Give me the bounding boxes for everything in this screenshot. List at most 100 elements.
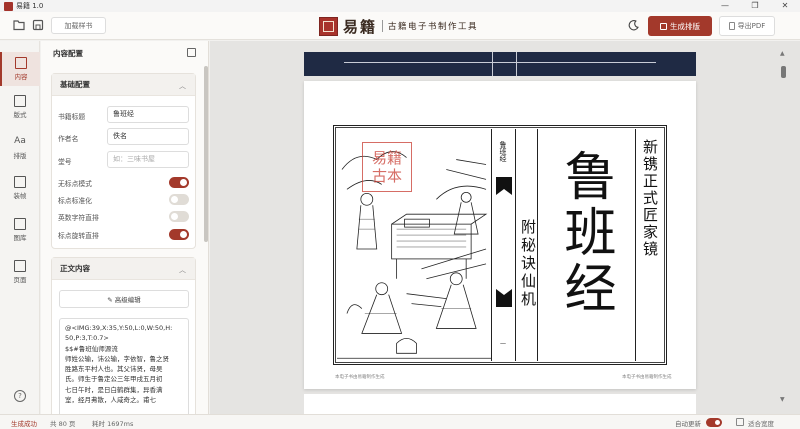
cover-fold-line [492,52,493,76]
footer-note-left: 本电子书由易籍制作生成 [335,375,385,380]
author-label: 作者名 [58,135,79,143]
fold-page-mark: 一 [500,341,507,348]
book-title-input[interactable]: 鲁班经 [107,106,189,123]
generate-layout-button[interactable]: 生成排版 [648,16,712,36]
status-pages: 共 80 页 [50,420,76,428]
dark-mode-moon-icon[interactable] [627,19,640,32]
image-icon [14,218,26,230]
title-bar: 易籍 1.0 — ❐ ✕ [0,0,800,12]
close-button[interactable]: ✕ [770,0,800,12]
brand-divider [382,20,384,32]
status-message: 生成成功 [11,420,37,428]
rail-item-label: 版式 [13,111,27,119]
woodblock-illustration [337,129,492,361]
toggle-label: 标点旋转直排 [58,232,99,240]
save-icon[interactable] [31,18,45,32]
rail-item-label: 图库 [13,234,27,242]
scroll-down-arrow-icon[interactable]: ▼ [780,396,785,403]
side-nav-rail: 内容 版式 Aa 排版 装帧 图库 页面 ? [0,41,40,414]
preview-scrollbar[interactable] [781,66,786,78]
zoom-mode[interactable]: 适合宽度 [748,418,774,428]
seal-stamp: 易籍古本 [362,142,412,192]
editor-line: $$#鲁班仙师源流 [65,344,118,353]
chevron-up-icon[interactable]: ︿ [179,265,186,275]
panel-scrollbar[interactable] [204,66,208,242]
rail-item-label: 排版 [13,152,27,160]
help-icon[interactable]: ? [14,390,26,402]
rail-item-gallery[interactable]: 图库 [0,213,40,247]
panel-title: 内容配置 [53,48,83,58]
open-folder-icon[interactable] [12,18,26,32]
basic-config-header[interactable]: 基础配置 ︿ [52,74,195,96]
book-page: 易籍古本 鲁班经 一 附秘诀仙机 鲁班经 新镌正式匠家镜 本电子书由易籍制作生成… [304,81,696,389]
maximize-button[interactable]: ❐ [740,0,770,12]
content-header[interactable]: 正文内容 ︿ [52,258,195,280]
export-pdf-button[interactable]: 导出PDF [719,16,775,36]
publisher-label: 堂号 [58,158,72,166]
fishtail-mark-icon [496,289,512,307]
book-big-title: 鲁班经 [555,149,615,317]
no-punctuation-toggle[interactable] [169,177,189,188]
app-logo-icon [4,1,13,11]
window-controls: — ❐ ✕ [710,0,800,12]
appendix-title: 附秘诀仙机 [519,219,537,309]
rail-item-content[interactable]: 内容 [0,52,40,86]
content-title: 正文内容 [60,264,90,273]
panel-header: 内容配置 [41,41,208,65]
seal-stamp-text: 易籍古本 [371,149,402,185]
rail-item-format[interactable]: 版式 [0,90,40,124]
brand-seal-icon [319,16,338,36]
rail-item-binding[interactable]: 装帧 [0,171,40,205]
vertical-latin-toggle[interactable] [169,211,189,222]
load-sample-button[interactable]: 加载样书 [51,17,106,34]
brand-name: 易籍 [343,17,378,36]
chevron-up-icon[interactable]: ︿ [179,81,186,91]
basic-config-card: 基础配置 ︿ 书籍标题 鲁班经 作者名 佚名 堂号 如：三味书屋 无标点模式 标… [51,73,196,249]
basic-config-title: 基础配置 [60,80,90,89]
publisher-input[interactable]: 如：三味书屋 [107,151,189,168]
content-editor[interactable]: @<IMG:39,X:35,Y:50,L:0,W:50,H: 50,P:3,T:… [59,318,189,423]
toggle-label: 英数字符直排 [58,214,99,222]
columns-icon [14,95,26,107]
fit-width-icon[interactable] [736,418,744,426]
minimize-button[interactable]: — [710,0,740,12]
editor-line: 室，经月弗散，人咸奇之。甫七 [65,396,156,405]
editor-line: @<IMG:39,X:35,Y:50,L:0,W:50,H: [65,324,173,332]
auto-update-label: 自动更新 [675,420,701,428]
editor-line: 胜路东平村人也。其父讳贤，母吴 [65,365,163,374]
author-input[interactable]: 佚名 [107,128,189,145]
document-icon [728,22,735,30]
window-title: 易籍 1.0 [16,2,44,10]
cover-page-strip [304,52,696,76]
running-title: 鲁班经 [499,141,507,162]
editor-line: 50,P:3,T:0.7> [65,334,109,343]
editor-line: 氏。师生于鲁定公三年甲戌五月初 [65,375,163,384]
brand: 易籍 古籍电子书制作工具 [319,16,478,36]
generate-layout-label: 生成排版 [670,21,700,31]
save-config-icon[interactable] [187,48,196,57]
editor-line: 师姓公输，讳公输，字依智，鲁之贤 [65,354,169,363]
fishtail-mark-icon [496,177,512,195]
auto-update-toggle[interactable] [706,418,722,427]
book-title-label: 书籍标题 [58,113,86,121]
scroll-up-arrow-icon[interactable]: ▲ [780,50,785,57]
content-card: 正文内容 ︿ ✎ 高级编辑 @<IMG:39,X:35,Y:50,L:0,W:5… [51,257,196,427]
rail-item-label: 内容 [14,73,28,81]
normalize-punctuation-toggle[interactable] [169,194,189,205]
rail-item-pages[interactable]: 页面 [0,255,40,289]
fold-column: 鲁班经 一 [492,129,516,361]
rail-item-label: 装帧 [13,192,27,200]
rotate-punctuation-toggle[interactable] [169,229,189,240]
advanced-edit-button[interactable]: ✎ 高级编辑 [59,290,189,308]
layout-icon [660,22,667,30]
toggle-label: 无标点模式 [58,180,92,188]
rail-item-typeset[interactable]: Aa 排版 [0,131,40,165]
brand-tagline: 古籍电子书制作工具 [388,22,479,32]
font-icon: Aa [14,136,26,146]
rail-item-label: 页面 [13,276,27,284]
grid-icon [14,260,26,272]
footer-note-right: 本电子书由易籍制作生成 [622,375,672,380]
toolbar: 加载样书 易籍 古籍电子书制作工具 生成排版 导出PDF [0,12,800,40]
status-bar: 生成成功 共 80 页 耗时 1697ms 自动更新 适合宽度 [0,414,800,429]
status-time: 耗时 1697ms [92,420,134,428]
